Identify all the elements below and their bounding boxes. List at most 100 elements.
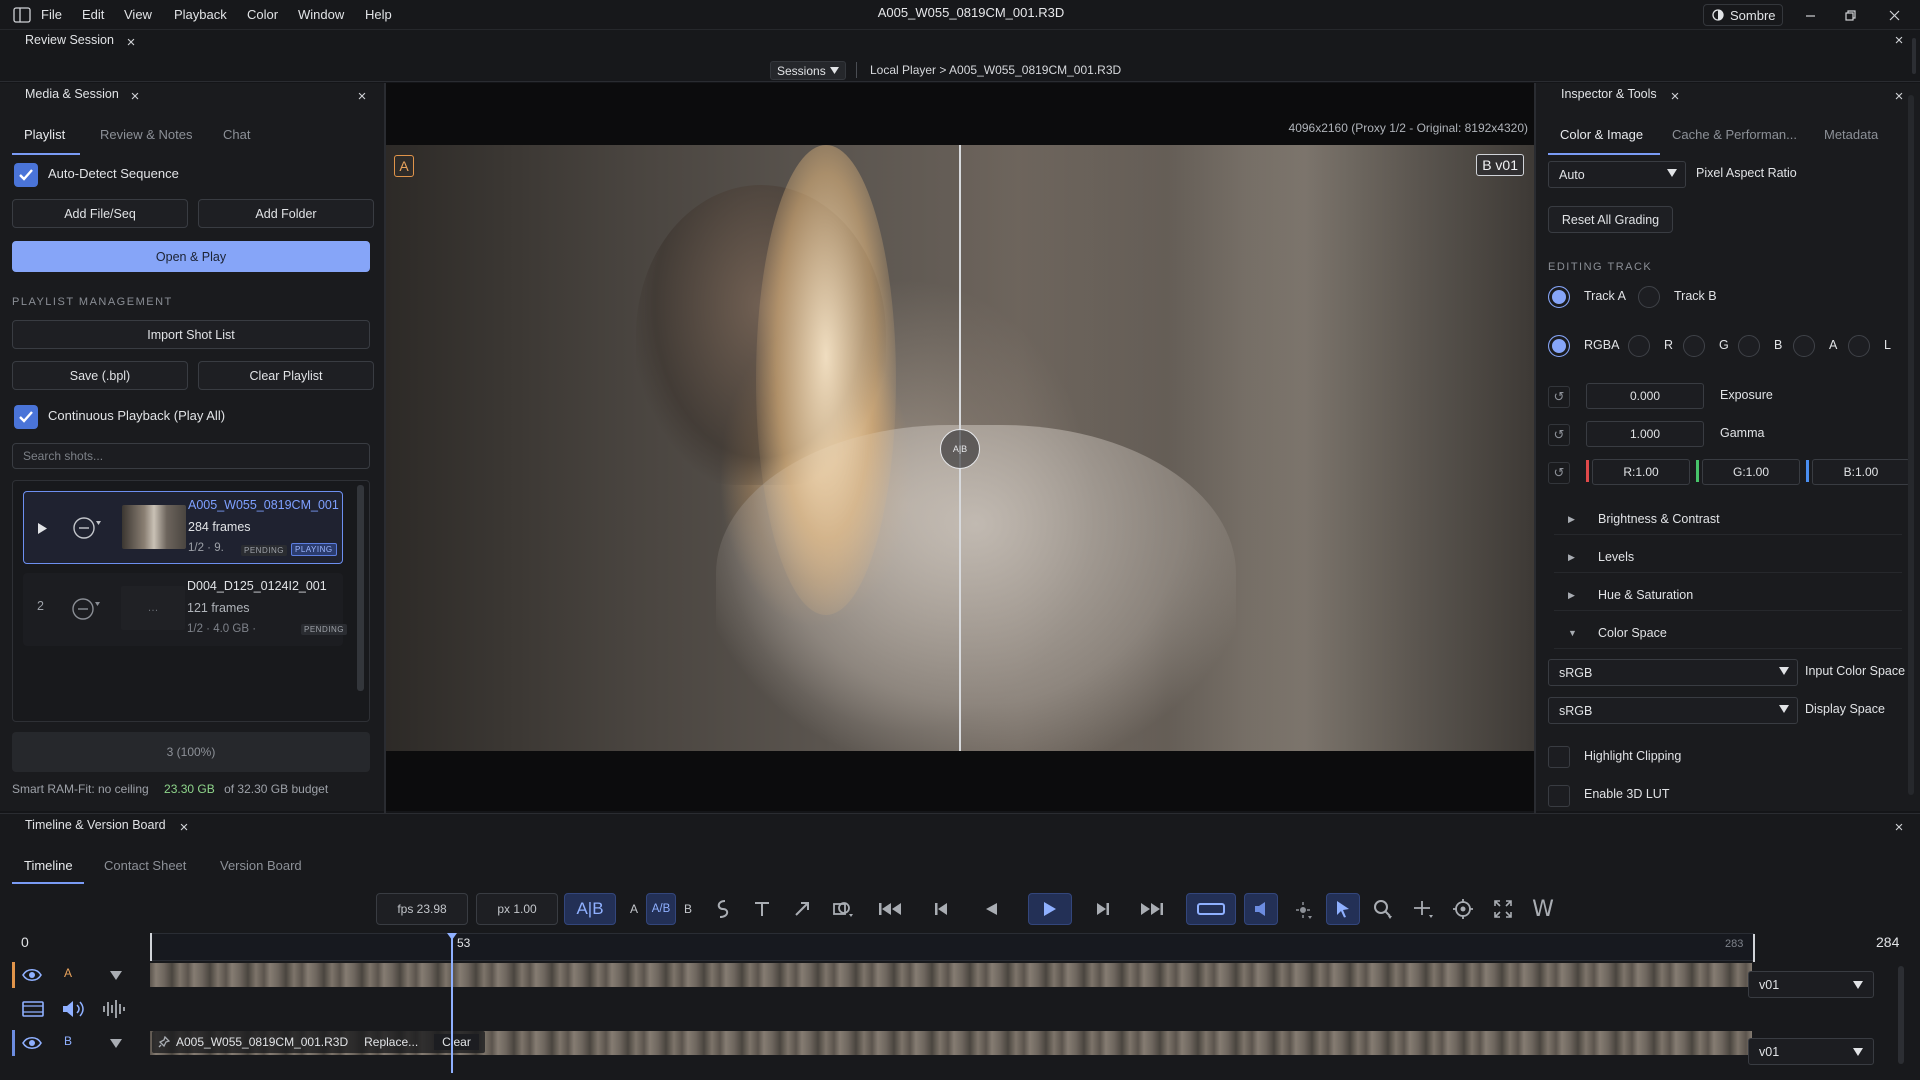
- reset-rgb-icon[interactable]: ↺: [1548, 462, 1570, 484]
- pixel-ratio-field[interactable]: px 1.00: [476, 893, 558, 925]
- menu-window[interactable]: Window: [298, 7, 344, 22]
- blue-gain-field[interactable]: B:1.00: [1812, 459, 1910, 485]
- in-marker[interactable]: [150, 933, 152, 961]
- volume-icon[interactable]: [1244, 893, 1278, 925]
- pin-icon[interactable]: [158, 1036, 170, 1048]
- hue-saturation-group[interactable]: ▶ Hue & Saturation: [1554, 580, 1902, 611]
- arrow-tool-icon[interactable]: [786, 893, 818, 925]
- frame-image[interactable]: A B v01 A|B: [386, 145, 1534, 751]
- out-marker[interactable]: [1753, 934, 1755, 962]
- panel-divider[interactable]: [1534, 83, 1536, 813]
- split-handle[interactable]: A|B: [940, 429, 980, 469]
- input-color-space-select[interactable]: sRGB: [1548, 659, 1798, 686]
- red-gain-field[interactable]: R:1.00: [1592, 459, 1690, 485]
- shape-tool-icon[interactable]: [826, 893, 860, 925]
- brightness-icon[interactable]: [1286, 893, 1320, 925]
- menu-edit[interactable]: Edit: [82, 7, 104, 22]
- track-a-clip[interactable]: [150, 963, 1752, 987]
- channel-r-radio[interactable]: [1628, 335, 1650, 357]
- inspector-scrollbar[interactable]: [1908, 95, 1914, 795]
- save-playlist-button[interactable]: Save (.bpl): [12, 361, 188, 390]
- link-icon[interactable]: [706, 893, 738, 925]
- filmstrip-icon[interactable]: [22, 1000, 44, 1018]
- status-circle-icon[interactable]: [72, 516, 102, 540]
- add-folder-button[interactable]: Add Folder: [198, 199, 374, 228]
- panel-divider[interactable]: [384, 83, 386, 813]
- menu-file[interactable]: File: [41, 7, 62, 22]
- ab-compare-icon[interactable]: A|B: [564, 893, 616, 925]
- exposure-field[interactable]: 0.000: [1586, 383, 1704, 409]
- tab-playlist[interactable]: Playlist: [24, 127, 65, 142]
- theme-toggle-button[interactable]: Sombre: [1703, 4, 1783, 26]
- replace-button[interactable]: Replace...: [364, 1035, 418, 1049]
- track-a-version-select[interactable]: v01: [1748, 971, 1874, 998]
- pixel-aspect-select[interactable]: Auto: [1548, 161, 1686, 188]
- track-a-radio[interactable]: [1548, 286, 1570, 308]
- enable-lut-checkbox[interactable]: [1548, 785, 1570, 807]
- green-gain-field[interactable]: G:1.00: [1702, 459, 1800, 485]
- shot-list-scrollbar[interactable]: [357, 485, 364, 691]
- tab-metadata[interactable]: Metadata: [1824, 127, 1878, 142]
- shot-item[interactable]: 2 … D004_D125_0124I2_001 121 frames 1/2 …: [23, 573, 347, 646]
- auto-detect-checkbox[interactable]: [14, 163, 38, 187]
- step-forward-icon[interactable]: [1086, 893, 1120, 925]
- sessions-dropdown[interactable]: Sessions: [770, 61, 846, 80]
- ab-mode-ab[interactable]: A/B: [646, 893, 676, 925]
- brightness-contrast-group[interactable]: ▶ Brightness & Contrast: [1554, 504, 1902, 535]
- track-b-radio[interactable]: [1638, 286, 1660, 308]
- levels-group[interactable]: ▶ Levels: [1554, 542, 1902, 573]
- video-viewer[interactable]: 4096x2160 (Proxy 1/2 - Original: 8192x43…: [386, 83, 1534, 811]
- tab-chat[interactable]: Chat: [223, 127, 250, 142]
- channel-g-radio[interactable]: [1683, 335, 1705, 357]
- waveform-icon[interactable]: [102, 999, 126, 1019]
- play-button[interactable]: [1028, 893, 1072, 925]
- minimize-icon[interactable]: [1800, 5, 1820, 25]
- ab-mode-b[interactable]: B: [678, 893, 698, 925]
- clear-playlist-button[interactable]: Clear Playlist: [198, 361, 374, 390]
- continuous-playback-checkbox[interactable]: [14, 405, 38, 429]
- channel-a-radio[interactable]: [1793, 335, 1815, 357]
- status-circle-icon[interactable]: [71, 597, 101, 621]
- pointer-tool-icon[interactable]: [1326, 893, 1360, 925]
- restore-icon[interactable]: [1840, 5, 1860, 25]
- tab-version-board[interactable]: Version Board: [220, 858, 302, 873]
- audio-icon[interactable]: [62, 1000, 86, 1018]
- close-window-icon[interactable]: [1884, 5, 1904, 25]
- zoom-tool-icon[interactable]: [1366, 893, 1400, 925]
- step-back-icon[interactable]: [924, 893, 958, 925]
- loop-icon[interactable]: [1186, 893, 1236, 925]
- tab-review-notes[interactable]: Review & Notes: [100, 127, 192, 142]
- eye-icon[interactable]: [22, 1036, 42, 1050]
- color-space-group[interactable]: ▼ Color Space: [1554, 618, 1902, 649]
- reset-exposure-icon[interactable]: ↺: [1548, 386, 1570, 408]
- highlight-clipping-checkbox[interactable]: [1548, 746, 1570, 768]
- display-space-select[interactable]: sRGB: [1548, 697, 1798, 724]
- pan-tool-icon[interactable]: [1406, 893, 1440, 925]
- add-file-button[interactable]: Add File/Seq: [12, 199, 188, 228]
- wipe-tool-icon[interactable]: W: [1526, 893, 1560, 925]
- close-icon[interactable]: ×: [124, 35, 138, 50]
- go-to-end-icon[interactable]: [1132, 893, 1172, 925]
- sidebar-toggle-icon[interactable]: [13, 7, 31, 23]
- close-panel-icon[interactable]: ×: [1892, 820, 1906, 835]
- tab-timeline[interactable]: Timeline: [24, 858, 73, 873]
- tab-cache-performance[interactable]: Cache & Performan...: [1672, 127, 1797, 142]
- channel-l-radio[interactable]: [1848, 335, 1870, 357]
- reset-grading-button[interactable]: Reset All Grading: [1548, 206, 1673, 233]
- search-shots-input[interactable]: Search shots...: [12, 443, 370, 469]
- shot-item[interactable]: A005_W055_0819CM_001 284 frames 1/2 · 9.…: [23, 491, 343, 564]
- text-tool-icon[interactable]: [746, 893, 778, 925]
- fullscreen-icon[interactable]: [1486, 893, 1520, 925]
- scrollbar[interactable]: [1912, 38, 1916, 74]
- target-icon[interactable]: [1446, 893, 1480, 925]
- timeline-scrollbar[interactable]: [1898, 966, 1904, 1064]
- close-panel-icon[interactable]: ×: [355, 89, 369, 104]
- review-session-tab[interactable]: Review Session: [25, 33, 114, 47]
- channel-rgba-radio[interactable]: [1548, 335, 1570, 357]
- close-icon[interactable]: ×: [128, 89, 142, 104]
- ab-mode-a[interactable]: A: [624, 893, 644, 925]
- close-icon[interactable]: ×: [177, 820, 191, 835]
- eye-icon[interactable]: [22, 968, 42, 982]
- channel-b-radio[interactable]: [1738, 335, 1760, 357]
- track-b-collapse-icon[interactable]: [110, 1039, 122, 1048]
